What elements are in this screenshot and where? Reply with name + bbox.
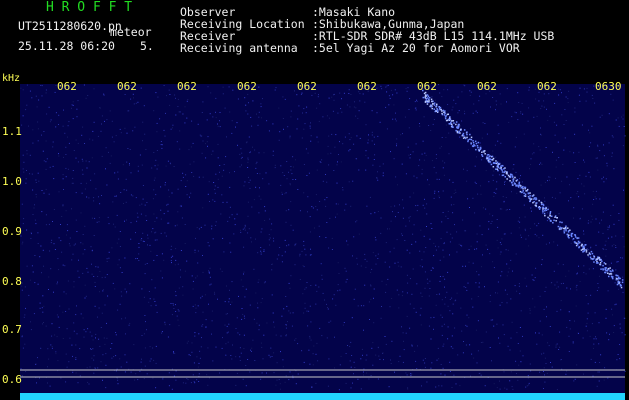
x-tick-10: 0630	[595, 80, 622, 93]
x-tick-1: 062	[57, 80, 77, 93]
y-tick-0.9: 0.9	[2, 225, 22, 238]
x-tick-4: 062	[237, 80, 257, 93]
signal-baseline	[20, 393, 625, 400]
x-tick-8: 062	[477, 80, 497, 93]
y-axis-unit: kHz	[2, 73, 21, 84]
y-tick-0.8: 0.8	[2, 275, 22, 288]
spectrogram-overlay	[20, 84, 626, 400]
y-tick-1.0: 1.0	[2, 175, 22, 188]
y-tick-1.1: 1.1	[2, 125, 22, 138]
x-tick-9: 062	[537, 80, 557, 93]
meteor-trace	[422, 89, 624, 289]
x-tick-7: 062	[417, 80, 437, 93]
y-tick-0.7: 0.7	[2, 323, 22, 336]
x-tick-5: 062	[297, 80, 317, 93]
noise-texture	[20, 84, 626, 391]
y-tick-0.6: 0.6	[2, 373, 22, 386]
x-tick-3: 062	[177, 80, 197, 93]
x-tick-6: 062	[357, 80, 377, 93]
x-tick-2: 062	[117, 80, 137, 93]
